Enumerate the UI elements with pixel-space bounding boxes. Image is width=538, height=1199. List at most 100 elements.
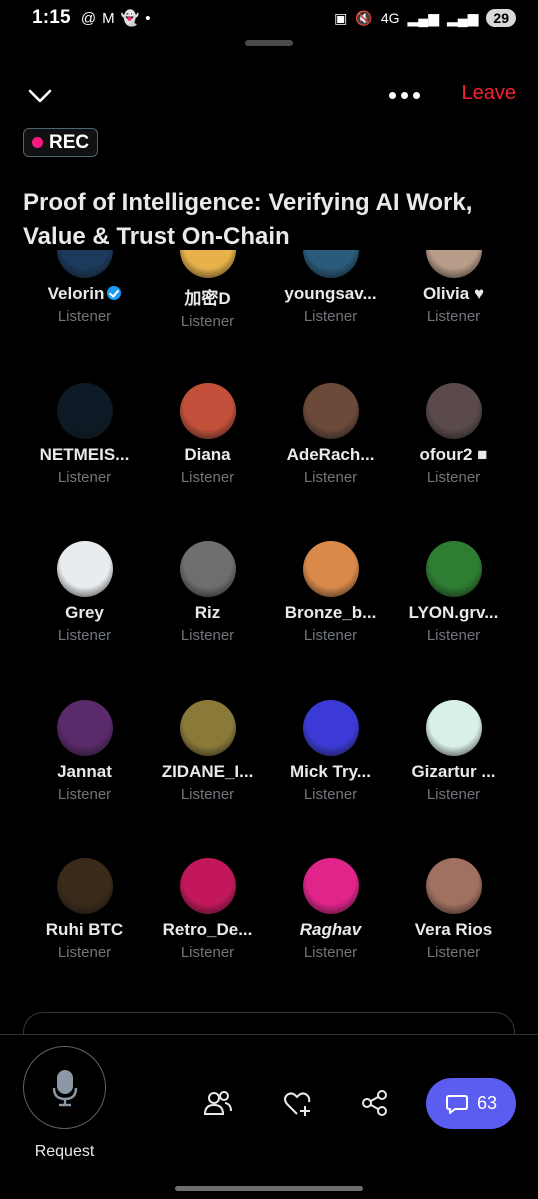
recording-badge: REC — [23, 128, 99, 157]
participant-item[interactable]: youngsav... Listener — [269, 250, 392, 325]
avatar[interactable] — [56, 858, 113, 914]
participant-item[interactable]: Mick Try... Listener — [269, 700, 392, 803]
avatar[interactable] — [179, 858, 236, 914]
participant-item[interactable]: NETMEIS... Listener — [23, 383, 146, 486]
participant-item[interactable]: Velorin Listener — [23, 250, 146, 325]
participant-role: Listener — [426, 944, 481, 961]
participant-name: Raghav — [299, 920, 362, 939]
nfc-icon: ▣ — [334, 9, 348, 26]
avatar[interactable] — [302, 541, 359, 597]
participant-name: Olivia ♥ — [422, 284, 485, 303]
avatar[interactable] — [179, 541, 236, 597]
participant-item[interactable]: Ruhi BTC Listener — [23, 858, 146, 961]
participant-name: Grey — [65, 603, 104, 622]
participant-name: AdeRach... — [286, 445, 375, 464]
participant-name: Velorin — [23, 284, 146, 304]
participant-role: Listener — [303, 469, 358, 486]
avatar[interactable] — [425, 700, 482, 756]
system-icons: ▣ 🔇 4G ▂▄▆ ▂▄▆ 29 — [334, 9, 516, 27]
clock: 1:15 — [32, 7, 71, 28]
status-bar: 1:15 @ M 👻 • ▣ 🔇 4G ▂▄▆ ▂▄▆ 29 — [0, 0, 538, 36]
participant-role: Listener — [303, 786, 358, 803]
snapchat-icon: 👻 — [120, 10, 140, 27]
more-options-icon[interactable] — [389, 84, 420, 99]
avatar[interactable] — [425, 858, 482, 914]
participant-name: 加密D — [184, 289, 231, 308]
participant-name: Jannat — [57, 762, 112, 781]
participant-item[interactable]: Riz Listener — [146, 541, 269, 644]
participant-item[interactable]: Bronze_b... Listener — [269, 541, 392, 644]
participants-grid: Velorin Listener 加密D Listener youngsav... Lis… — [0, 250, 538, 985]
participant-item[interactable]: Vera Rios Listener — [392, 858, 515, 961]
avatar[interactable] — [56, 700, 113, 756]
participant-item[interactable]: Raghav Listener — [269, 858, 392, 961]
participant-item[interactable]: Jannat Listener — [23, 700, 146, 803]
people-icon[interactable] — [203, 1088, 233, 1118]
participant-item[interactable]: Gizartur ... Listener — [392, 700, 515, 803]
participant-item[interactable]: LYON.grv... Listener — [392, 541, 515, 644]
heart-plus-icon[interactable] — [282, 1088, 312, 1118]
avatar[interactable] — [56, 383, 113, 439]
participant-name: Ruhi BTC — [45, 920, 124, 939]
avatar[interactable] — [302, 250, 359, 278]
participant-role: Listener — [57, 627, 112, 644]
participant-role: Listener — [57, 308, 112, 325]
participant-role: Listener — [180, 469, 235, 486]
avatar[interactable] — [56, 250, 113, 278]
participant-name: Diana — [184, 445, 231, 464]
avatar[interactable] — [56, 541, 113, 597]
participant-role: Listener — [303, 627, 358, 644]
participant-item[interactable]: Olivia ♥ Listener — [392, 250, 515, 325]
participant-role: Listener — [426, 308, 481, 325]
participant-item[interactable]: Grey Listener — [23, 541, 146, 644]
participant-role: Listener — [426, 786, 481, 803]
avatar[interactable] — [425, 250, 482, 278]
avatar[interactable] — [179, 250, 236, 278]
participant-role: Listener — [426, 469, 481, 486]
participant-name: ofour2 ■ — [419, 445, 488, 464]
participant-item[interactable]: ZIDANE_I... Listener — [146, 700, 269, 803]
participant-item[interactable]: Retro_De... Listener — [146, 858, 269, 961]
participant-name: Bronze_b... — [284, 603, 377, 622]
leave-button[interactable]: Leave — [462, 82, 517, 105]
dot-icon: • — [145, 9, 151, 27]
avatar[interactable] — [302, 383, 359, 439]
signal-icon-2: ▂▄▆ — [446, 9, 479, 26]
participant-role: Listener — [180, 627, 235, 644]
participant-role: Listener — [180, 313, 235, 330]
share-icon[interactable] — [360, 1088, 390, 1118]
signal-icon: ▂▄▆ — [407, 9, 439, 26]
participant-name: ZIDANE_I... — [161, 762, 254, 781]
participant-item[interactable]: Diana Listener — [146, 383, 269, 486]
avatar[interactable] — [179, 700, 236, 756]
participant-role: Listener — [57, 469, 112, 486]
network-type: 4G — [380, 10, 400, 26]
avatar[interactable] — [179, 383, 236, 439]
avatar[interactable] — [302, 700, 359, 756]
participant-item[interactable]: AdeRach... Listener — [269, 383, 392, 486]
gmail-icon: M — [102, 9, 115, 27]
chevron-down-icon[interactable] — [26, 82, 54, 110]
participant-item[interactable]: ofour2 ■ Listener — [392, 383, 515, 486]
chat-button[interactable]: 63 — [426, 1078, 516, 1129]
space-title: Proof of Intelligence: Verifying AI Work… — [23, 189, 473, 250]
avatar[interactable] — [425, 541, 482, 597]
participant-role: Listener — [180, 944, 235, 961]
participant-name: Riz — [194, 603, 221, 622]
avatar[interactable] — [302, 858, 359, 914]
participant-role: Listener — [426, 627, 481, 644]
participant-name: Retro_De... — [162, 920, 253, 939]
avatar[interactable] — [425, 383, 482, 439]
comment-icon — [445, 1094, 468, 1114]
participant-role: Listener — [57, 786, 112, 803]
participant-role: Listener — [303, 308, 358, 325]
participant-name: LYON.grv... — [408, 603, 499, 622]
participant-item[interactable]: 加密D Listener — [146, 250, 269, 330]
home-indicator[interactable] — [175, 1186, 363, 1191]
participant-name: youngsav... — [284, 284, 377, 303]
participant-name: Gizartur ... — [411, 762, 496, 781]
chat-count: 63 — [476, 1093, 498, 1113]
participant-role: Listener — [303, 944, 358, 961]
request-mic-button[interactable] — [23, 1046, 106, 1129]
drag-handle[interactable] — [245, 40, 293, 46]
